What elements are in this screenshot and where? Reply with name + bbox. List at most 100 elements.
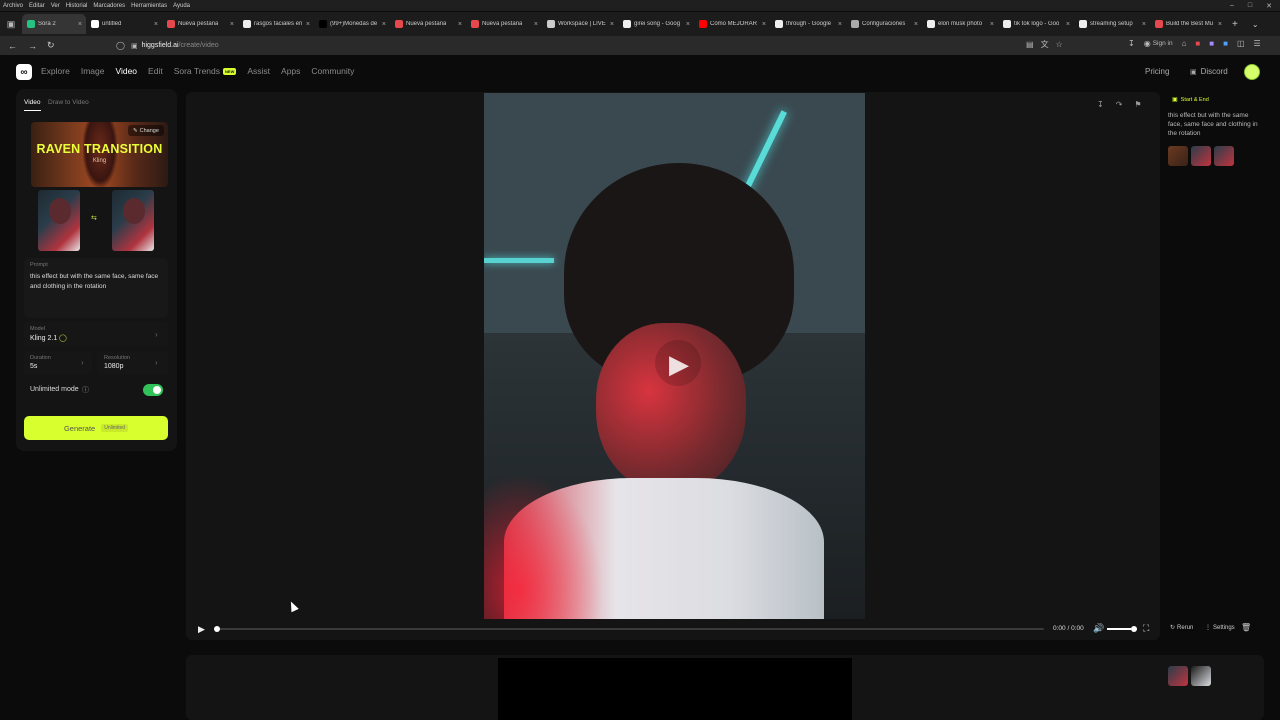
nav-community[interactable]: Community	[311, 66, 354, 76]
extension-red-icon[interactable]: ■	[1195, 39, 1200, 48]
browser-tab[interactable]: Nueva pestaña ×	[466, 14, 542, 34]
end-frame-thumb[interactable]	[112, 190, 154, 251]
settings-button[interactable]: ⋮ Settings	[1205, 624, 1235, 632]
start-frame-thumb[interactable]	[38, 190, 80, 251]
tab-close-icon[interactable]: ×	[230, 21, 234, 28]
home-icon[interactable]: ⌂	[1182, 39, 1187, 48]
maximize-icon[interactable]: □	[1248, 2, 1252, 9]
play-overlay-button[interactable]: ▶	[655, 340, 701, 386]
browser-tab[interactable]: (99+)Monedas de ×	[314, 14, 390, 34]
browser-tab[interactable]: girei song - Goog ×	[618, 14, 694, 34]
menu-marcadores[interactable]: Marcadores	[93, 3, 125, 9]
tab-close-icon[interactable]: ×	[990, 21, 994, 28]
browser-tab[interactable]: Build the Best Mu ×	[1150, 14, 1226, 34]
discord-link[interactable]: ▣ Discord	[1190, 67, 1228, 76]
change-effect-button[interactable]: ✎ Change	[128, 125, 164, 136]
pricing-link[interactable]: Pricing	[1145, 67, 1169, 76]
tab-close-icon[interactable]: ×	[1142, 21, 1146, 28]
reader-icon[interactable]: ▤	[1026, 40, 1034, 49]
browser-tab[interactable]: Nueva pestaña ×	[162, 14, 238, 34]
menu-archivo[interactable]: Archivo	[3, 3, 23, 9]
rerun-button[interactable]: ↻ Rerun	[1170, 624, 1193, 632]
forward-icon[interactable]: →	[28, 41, 37, 51]
swap-frames-icon[interactable]: ⇆	[91, 214, 97, 222]
tab-close-icon[interactable]: ×	[838, 21, 842, 28]
nav-video[interactable]: Video	[115, 66, 137, 76]
tab-close-icon[interactable]: ×	[306, 21, 310, 28]
extension-blue-icon[interactable]: ■	[1223, 39, 1228, 48]
tab-close-icon[interactable]: ×	[1218, 21, 1222, 28]
nav-edit[interactable]: Edit	[148, 66, 163, 76]
tab-close-icon[interactable]: ×	[458, 21, 462, 28]
prompt-text[interactable]: this effect but with the same face, same…	[30, 272, 162, 292]
right-thumb-effect[interactable]	[1168, 146, 1188, 166]
browser-tab[interactable]: Nueva pestaña ×	[390, 14, 466, 34]
close-window-icon[interactable]: ✕	[1266, 2, 1272, 10]
new-tab-icon[interactable]: +	[1232, 19, 1238, 30]
info-icon[interactable]: ⓘ	[82, 385, 89, 395]
volume-handle[interactable]	[1131, 626, 1137, 632]
next-thumb-1[interactable]	[1168, 666, 1188, 686]
tab-list-icon[interactable]: ⌄	[1252, 20, 1259, 29]
tab-close-icon[interactable]: ×	[686, 21, 690, 28]
browser-tab[interactable]: untitled ×	[86, 14, 162, 34]
browser-tab[interactable]: Workspace | LIVE ×	[542, 14, 618, 34]
next-thumb-2[interactable]	[1191, 666, 1211, 686]
bookmark-icon[interactable]: ⚑	[1134, 100, 1141, 109]
right-thumb-start[interactable]	[1191, 146, 1211, 166]
menu-herramientas[interactable]: Herramientas	[131, 3, 167, 9]
nav-sora-trends[interactable]: Sora Trends NEW	[174, 66, 237, 76]
tab-close-icon[interactable]: ×	[1066, 21, 1070, 28]
extension-purple-icon[interactable]: ■	[1209, 39, 1214, 48]
nav-assist[interactable]: Assist	[247, 66, 270, 76]
nav-explore[interactable]: Explore	[41, 66, 70, 76]
nav-apps[interactable]: Apps	[281, 66, 300, 76]
browser-tab[interactable]: Cómo MEJORAR ×	[694, 14, 770, 34]
generate-button[interactable]: Generate Unlimited	[24, 416, 168, 440]
site-logo[interactable]: ∞	[16, 64, 32, 80]
tab-close-icon[interactable]: ×	[914, 21, 918, 28]
browser-tab[interactable]: through - Google ×	[770, 14, 846, 34]
unlimited-mode-toggle[interactable]	[143, 384, 163, 396]
tab-close-icon[interactable]: ×	[78, 21, 82, 28]
tab-close-icon[interactable]: ×	[154, 21, 158, 28]
browser-tab[interactable]: Sora 2 ×	[22, 14, 86, 34]
browser-tab[interactable]: elon musk photo ×	[922, 14, 998, 34]
url-field[interactable]: ◯ ▣ higgsfield.ai /create/video	[116, 39, 1026, 52]
browser-menu-icon[interactable]: ☰	[1254, 39, 1261, 48]
tab-close-icon[interactable]: ×	[610, 21, 614, 28]
browser-tab[interactable]: Configuraciones ×	[846, 14, 922, 34]
browser-tab[interactable]: streaming setup ×	[1074, 14, 1150, 34]
seek-bar[interactable]	[216, 628, 1044, 630]
browser-tab[interactable]: tik tok logo - Goo ×	[998, 14, 1074, 34]
menu-historial[interactable]: Historial	[66, 3, 88, 9]
volume-icon[interactable]: 🔊	[1093, 623, 1104, 634]
next-video-preview[interactable]	[498, 658, 852, 720]
tab-video[interactable]: Video	[24, 99, 41, 106]
fullscreen-icon[interactable]: ⛶	[1143, 623, 1149, 634]
back-icon[interactable]: ←	[8, 41, 17, 51]
tab-close-icon[interactable]: ×	[762, 21, 766, 28]
model-selector[interactable]	[24, 322, 168, 346]
tab-draw-to-video[interactable]: Draw to Video	[48, 99, 89, 106]
menu-ayuda[interactable]: Ayuda	[173, 3, 190, 9]
bookmark-star-icon[interactable]: ☆	[1056, 40, 1063, 49]
play-button[interactable]: ▶	[198, 624, 205, 635]
download-icon[interactable]: ↧	[1128, 39, 1135, 48]
browser-tab[interactable]: rasgos faciales en ×	[238, 14, 314, 34]
menu-editar[interactable]: Editar	[29, 3, 45, 9]
share-icon[interactable]: ↷	[1116, 100, 1123, 109]
tab-close-icon[interactable]: ×	[534, 21, 538, 28]
user-avatar[interactable]	[1244, 64, 1260, 80]
reload-icon[interactable]: ↻	[47, 40, 55, 51]
seek-handle[interactable]	[214, 626, 220, 632]
translate-icon[interactable]: 文	[1041, 39, 1049, 50]
tab-close-icon[interactable]: ×	[382, 21, 386, 28]
delete-icon[interactable]: 🗑	[1241, 623, 1251, 632]
sign-in-button[interactable]: ◉ Sign in	[1144, 39, 1173, 48]
right-thumb-end[interactable]	[1214, 146, 1234, 166]
nav-image[interactable]: Image	[81, 66, 105, 76]
download-video-icon[interactable]: ↧	[1097, 100, 1104, 109]
menu-ver[interactable]: Ver	[51, 3, 60, 9]
sidebar-icon[interactable]: ◫	[1237, 39, 1245, 48]
